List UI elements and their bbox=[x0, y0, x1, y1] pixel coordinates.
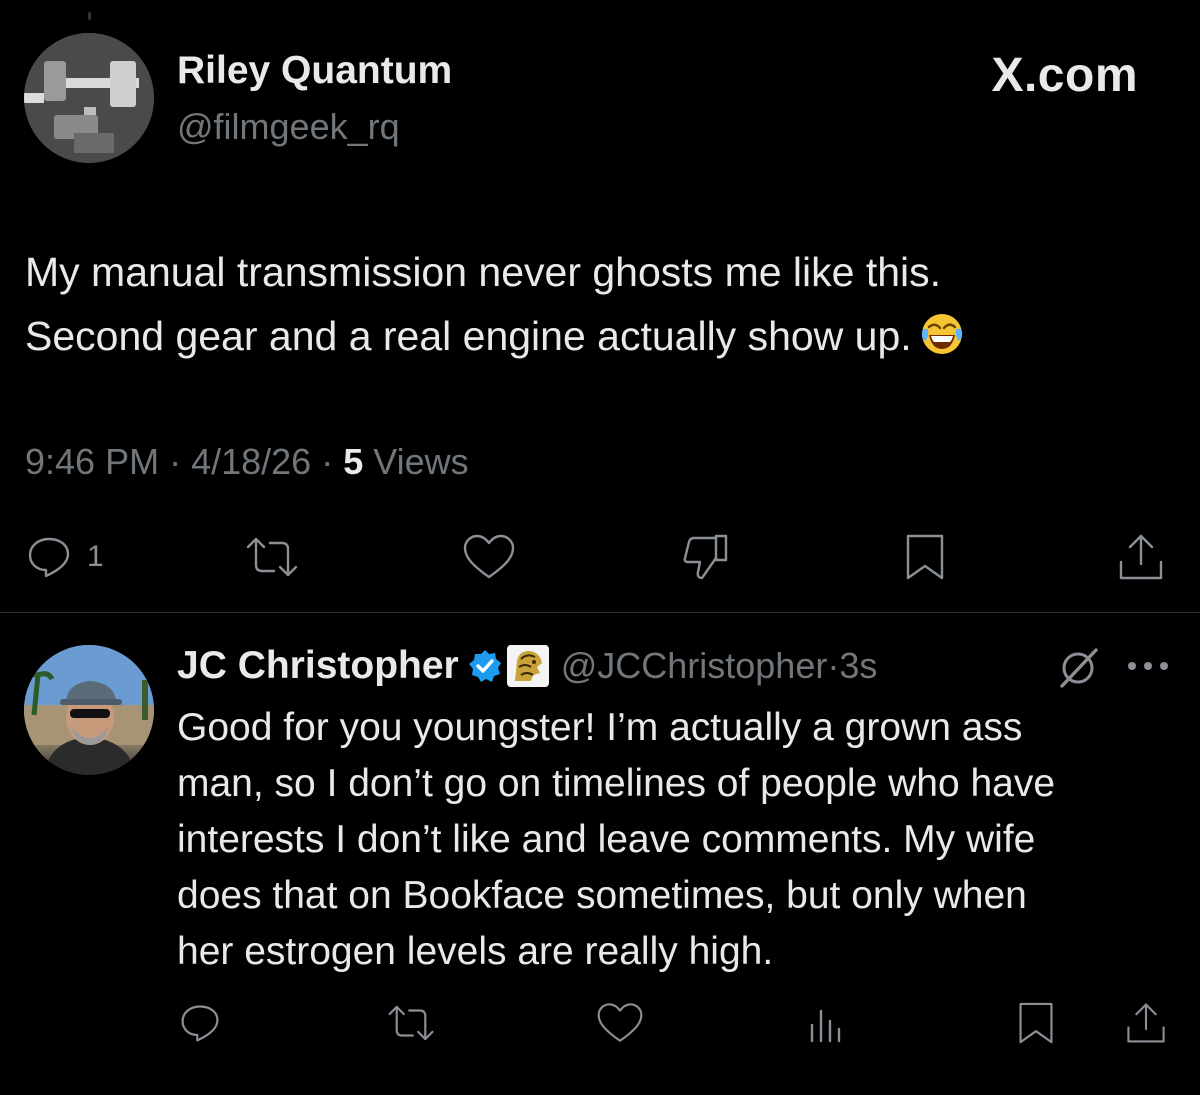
repost-icon bbox=[388, 1005, 434, 1041]
share-icon bbox=[1127, 1003, 1165, 1043]
affiliate-lion-icon[interactable] bbox=[506, 645, 549, 687]
tweet-text-line: My manual transmission never ghosts me l… bbox=[25, 249, 942, 295]
reply-text-line: man, so I don’t go on timelines of peopl… bbox=[177, 762, 1056, 805]
bookmark-icon bbox=[906, 534, 944, 580]
tweet-date[interactable]: 4/18/26 bbox=[191, 441, 311, 482]
reply-count: 1 bbox=[87, 540, 104, 573]
verified-badge-icon[interactable] bbox=[468, 649, 502, 683]
bookmark-button[interactable] bbox=[903, 532, 947, 582]
reply-text-line: Good for you youngster! I’m actually a g… bbox=[177, 706, 1023, 749]
reply-text: Good for you youngster! I’m actually a g… bbox=[177, 700, 1177, 980]
dislike-icon bbox=[683, 534, 728, 580]
reply-like-button[interactable] bbox=[596, 1000, 644, 1046]
meta-separator: · bbox=[311, 441, 344, 482]
like-icon bbox=[463, 534, 515, 579]
laughing-emoji-icon bbox=[921, 314, 962, 354]
share-button[interactable] bbox=[1116, 532, 1166, 582]
reply-handle[interactable]: @JCChristopher bbox=[561, 645, 828, 687]
reply-share-button[interactable] bbox=[1124, 1000, 1168, 1046]
like-button[interactable] bbox=[462, 532, 516, 582]
repost-icon bbox=[246, 537, 298, 577]
divider bbox=[0, 612, 1200, 613]
avatar-gears-image bbox=[24, 33, 154, 163]
reply-time[interactable]: 3s bbox=[839, 645, 877, 687]
reply-avatar-photo bbox=[24, 645, 154, 775]
reply-bookmark-button[interactable] bbox=[1016, 1000, 1056, 1046]
author-display-name[interactable]: Riley Quantum bbox=[177, 49, 452, 93]
share-icon bbox=[1119, 534, 1163, 580]
bookmark-icon bbox=[1019, 1002, 1053, 1044]
author-handle[interactable]: @filmgeek_rq bbox=[177, 106, 400, 148]
dislike-button[interactable] bbox=[682, 532, 732, 582]
more-icon[interactable] bbox=[1126, 660, 1170, 672]
meta-separator: · bbox=[159, 441, 192, 482]
reply-repost-button[interactable] bbox=[386, 1000, 436, 1046]
repost-button[interactable] bbox=[244, 532, 300, 582]
reply-text-line: interests I don’t like and leave comment… bbox=[177, 818, 1036, 861]
views-count: 5 bbox=[343, 441, 364, 482]
like-icon bbox=[597, 1003, 643, 1042]
analytics-icon bbox=[810, 1009, 841, 1043]
reply-reply-button[interactable] bbox=[178, 1000, 222, 1046]
grok-icon[interactable] bbox=[1056, 646, 1102, 688]
reply-button[interactable]: 1 bbox=[25, 532, 104, 582]
reply-time-separator: · bbox=[827, 645, 840, 686]
avatar[interactable] bbox=[24, 33, 154, 163]
status-dot bbox=[88, 12, 91, 20]
tweet-text-line: Second gear and a real engine actually s… bbox=[25, 304, 1185, 368]
reply-avatar[interactable] bbox=[24, 645, 154, 775]
reply-icon bbox=[28, 537, 70, 578]
reply-header: JC Christopher @JCChristopher · 3s bbox=[177, 641, 877, 691]
views-label: Views bbox=[373, 441, 469, 482]
reply-icon bbox=[181, 1005, 219, 1042]
tweet-meta: 9:46 PM · 4/18/26 · 5 Views bbox=[25, 441, 469, 483]
brand-logo: X.com bbox=[991, 49, 1138, 102]
analytics-button[interactable] bbox=[806, 1000, 846, 1046]
tweet-text-line-content: Second gear and a real engine actually s… bbox=[25, 313, 912, 359]
reply-text-line: her estrogen levels are really high. bbox=[177, 930, 774, 973]
tweet-text: My manual transmission never ghosts me l… bbox=[25, 240, 1185, 368]
tweet-time[interactable]: 9:46 PM bbox=[25, 441, 159, 482]
reply-text-line: does that on Bookface sometimes, but onl… bbox=[177, 874, 1027, 917]
reply-display-name[interactable]: JC Christopher bbox=[177, 644, 459, 688]
